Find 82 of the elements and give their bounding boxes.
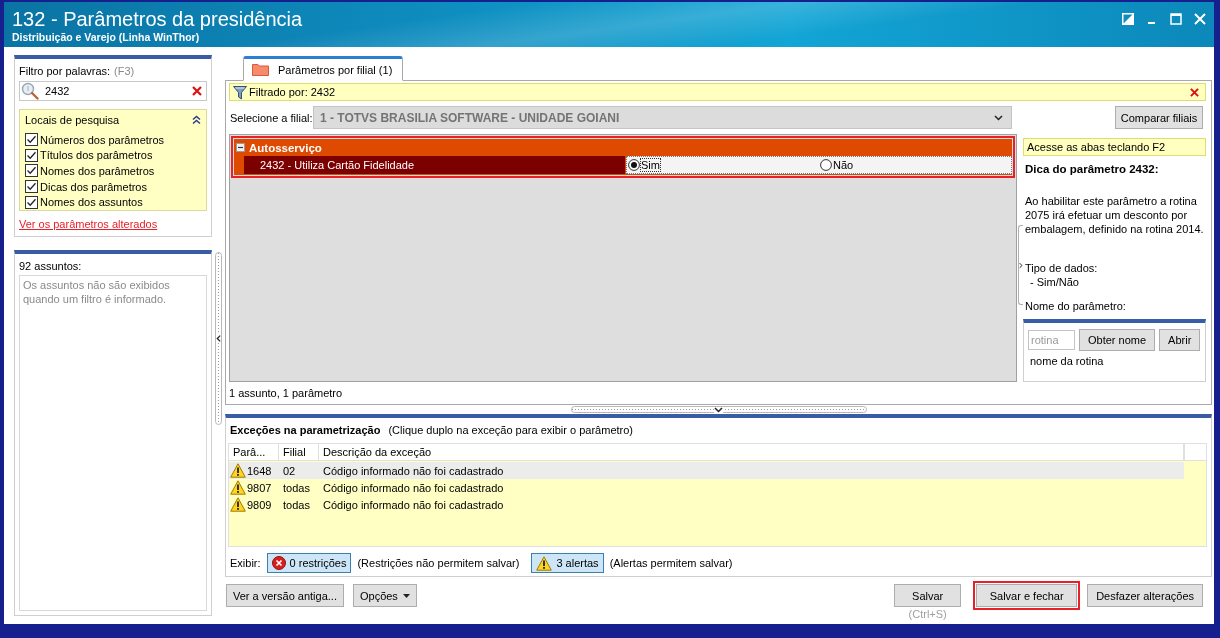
checkbox-option[interactable]: Nomes dos parâmetros (25, 163, 201, 179)
show-label: Exibir: (230, 556, 261, 570)
section-title: Locais de pesquisa (25, 112, 120, 127)
data-type-value: - Sim/Não (1029, 275, 1080, 289)
radio-option[interactable]: Não (820, 159, 854, 171)
action-button[interactable]: Desfazer alterações (1087, 584, 1203, 607)
table-row[interactable]: 1648 02 Código informado não foi cadastrado (229, 462, 1184, 479)
checkbox-option[interactable]: Dicas dos parâmetros (25, 178, 201, 195)
close-icon[interactable] (1190, 87, 1199, 97)
table-cell: 9809 (246, 498, 272, 511)
radio-option[interactable]: Sim (628, 159, 660, 171)
warning-icon (230, 480, 246, 495)
checkbox-option[interactable]: Títulos dos parâmetros (25, 147, 201, 164)
chevron-right-icon (1018, 260, 1023, 270)
column-header[interactable]: Parâ... (229, 444, 279, 460)
action-button[interactable]: Salvar e fechar (976, 584, 1078, 607)
half-square-icon[interactable] (1122, 13, 1134, 25)
table-row[interactable]: 9809 todas Código informado não foi cadastrado (229, 496, 1184, 513)
table-cell-text: Código informado não foi cadastrado (322, 480, 505, 496)
compare-button[interactable]: Comparar filiais (1115, 106, 1203, 129)
table-cell: 1648 (246, 464, 272, 477)
filter-label: Filtro por palavras: (19, 64, 111, 78)
table-cell-text: todas (282, 497, 311, 513)
action-button[interactable]: Ver a versão antiga... (226, 584, 344, 607)
routine-name: nome da rotina (1029, 354, 1105, 368)
column-header[interactable]: Descrição da exceção (319, 444, 1184, 460)
hint-description: Ao habilitar este parâmetro a rotina 2075 irá efetuar um desconto por embalagem, definido na rotina 2014. (1025, 194, 1205, 236)
lookup-button[interactable]: Obter nome (1079, 329, 1156, 351)
folder-icon (252, 63, 269, 76)
chevron-down-icon (714, 406, 723, 413)
filter-toggle-button[interactable]: 0 restrições (266, 553, 352, 573)
toggle-note: (Alertas permitem salvar) (609, 556, 733, 570)
warning-icon (230, 497, 246, 512)
search-icon (21, 82, 39, 100)
table-cell-text: 02 (282, 463, 297, 479)
hint-title: Dica do parâmetro 2432: (1025, 163, 1160, 176)
changed-parameters-link[interactable]: Ver os parâmetros alterados (19, 217, 158, 231)
warning-icon (536, 555, 553, 571)
subjects-count: 92 assuntos: (19, 259, 83, 273)
table-cell-text: Código informado não foi cadastrado (322, 497, 505, 513)
table-row[interactable]: 9807 todas Código informado não foi cadastrado (229, 479, 1184, 496)
routine-input[interactable]: rotina (1028, 330, 1075, 350)
splitter-handle[interactable] (570, 406, 867, 413)
minus-box-icon[interactable] (236, 143, 245, 152)
maximize-icon[interactable] (1170, 13, 1182, 25)
exceptions-hint: (Clique duplo na exceção para exibir o parâmetro) (388, 423, 633, 437)
action-button[interactable]: Salvar (894, 584, 962, 607)
error-icon (271, 556, 286, 570)
table-cell-text: todas (282, 480, 311, 496)
grid-status: 1 assunto, 1 parâmetro (229, 387, 343, 400)
funnel-icon (233, 84, 247, 100)
filter-text: Filtrado por: 2432 (249, 85, 336, 99)
column-header[interactable]: Filial (279, 444, 319, 460)
double-chevron-up-icon[interactable] (192, 114, 201, 125)
tab[interactable]: Parâmetros por filial (1) (243, 56, 404, 81)
parameter-name[interactable]: 2432 - Utiliza Cartão Fidelidade (244, 156, 625, 174)
menu-button[interactable]: Opções (352, 584, 417, 607)
checkbox-option[interactable]: Nomes dos assuntos (25, 194, 201, 210)
toggle-note: (Restrições não permitem salvar) (357, 556, 520, 570)
filter-toggle-button[interactable]: 3 alertas (531, 553, 604, 573)
window-title: 132 - Parâmetros da presidência (12, 7, 303, 31)
warning-icon (230, 463, 246, 478)
checkbox-option[interactable]: Números dos parâmetros (25, 132, 201, 148)
exceptions-title: Exceções na parametrização (230, 423, 381, 437)
parameter-name-label: Nome do parâmetro: (1025, 299, 1127, 313)
window-subtitle: Distribuição e Varejo (Linha WinThor) (12, 31, 201, 44)
splitter-handle[interactable] (215, 252, 222, 425)
splitter-handle[interactable] (1017, 225, 1023, 305)
table-cell-text: Código informado não foi cadastrado (322, 463, 505, 479)
close-icon[interactable] (192, 86, 202, 96)
group-header[interactable]: Autosserviço (234, 139, 1012, 156)
branch-label: Selecione a filial: (229, 111, 313, 124)
shortcut-hint: (F3) (114, 64, 135, 78)
hint-note: Acesse as abas teclando F2 (1023, 138, 1206, 156)
lookup-button[interactable]: Abrir (1159, 329, 1201, 351)
table-cell: 9807 (246, 481, 272, 494)
chevron-left-icon (216, 334, 221, 343)
search-field[interactable]: 2432 (19, 81, 207, 101)
data-type-label: Tipo de dados: (1025, 261, 1099, 275)
empty-message: Os assuntos não são exibidos quando um filtro é informado. (23, 278, 171, 306)
chevron-down-icon (994, 114, 1003, 121)
shortcut-hint: (Ctrl+S) (908, 608, 947, 621)
